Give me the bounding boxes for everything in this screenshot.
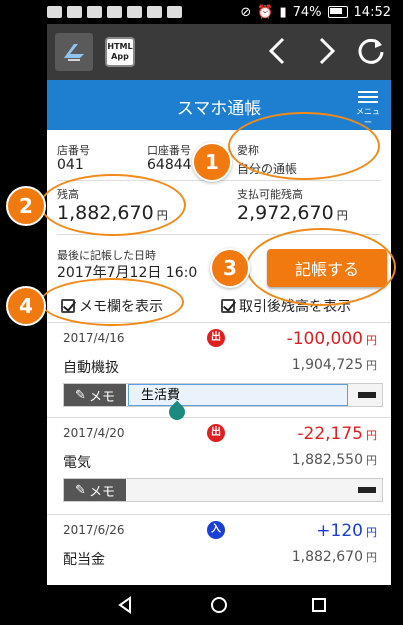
transaction-balance: 1,904,725 円	[291, 357, 377, 373]
memo-input[interactable]	[128, 479, 348, 501]
keyboard-toggle-icon[interactable]	[358, 392, 376, 398]
back-icon[interactable]	[259, 33, 295, 69]
callout-ring	[40, 278, 184, 326]
available-balance-value: 2,972,670 円	[237, 202, 348, 224]
notification-icons	[47, 6, 182, 18]
html-app-button[interactable]: HTML App	[105, 37, 135, 67]
app-icon	[127, 6, 142, 18]
available-balance-label: 支払可能残高	[237, 188, 303, 201]
phone-frame: ⊘ ⏰ ▮ 74% 14:52 HTML App スマホ通帳 メニュー 店番号 …	[0, 0, 403, 625]
line-icon	[87, 6, 102, 18]
status-bar: ⊘ ⏰ ▮ 74% 14:52	[47, 0, 391, 24]
withdrawal-badge: 出	[207, 329, 225, 347]
back-triangle-icon[interactable]	[115, 595, 135, 615]
callout-number: 3	[210, 248, 250, 288]
withdrawal-badge: 出	[207, 424, 225, 442]
clock: 14:52	[353, 4, 391, 20]
callout-number: 1	[192, 142, 232, 182]
callout-ring	[40, 174, 186, 236]
bank-logo-icon[interactable]	[55, 33, 93, 71]
deposit-badge: 入	[207, 521, 225, 539]
battery-percent: 74%	[292, 4, 322, 20]
transaction-date: 2017/4/16	[63, 331, 125, 345]
transaction-row[interactable]: 2017/6/26 入 +120 円 配当金 1,882,670 円	[47, 514, 391, 585]
transaction-amount: +120 円	[316, 521, 377, 541]
alarm-icon: ⏰	[257, 4, 274, 20]
home-circle-icon[interactable]	[209, 595, 229, 615]
transaction-description: 自動機扱	[63, 360, 119, 376]
branch-value: 041	[57, 157, 84, 173]
transaction-row[interactable]: 2017/4/16 出 -100,000 円 自動機扱 1,904,725 円 ✎ メ…	[47, 322, 391, 417]
transaction-balance: 1,882,670 円	[291, 549, 377, 565]
transaction-amount: -100,000 円	[286, 329, 377, 349]
pencil-icon: ✎	[75, 482, 86, 498]
battery-icon	[327, 6, 348, 18]
transaction-amount: -22,175 円	[297, 424, 377, 444]
recents-square-icon[interactable]	[309, 595, 329, 615]
app-icon	[167, 6, 182, 18]
transaction-date: 2017/4/20	[63, 426, 125, 440]
callout-ring	[228, 112, 380, 180]
hamburger-icon	[353, 91, 383, 103]
call-icon	[67, 6, 82, 18]
callout-number: 4	[6, 286, 46, 326]
transaction-balance: 1,882,550 円	[291, 452, 377, 468]
memo-tag: ✎ メモ	[64, 384, 126, 406]
keyboard-toggle-icon[interactable]	[358, 487, 376, 493]
transaction-description: 電気	[63, 455, 91, 471]
browser-toolbar: HTML App	[47, 24, 391, 80]
callout-ring	[246, 228, 396, 306]
memo-field: ✎ メモ	[63, 478, 383, 502]
message-icon	[47, 6, 62, 18]
status-right: ⊘ ⏰ ▮ 74% 14:52	[240, 5, 391, 20]
menu-button[interactable]: メニュー	[353, 88, 383, 127]
last-entry-label: 最後に記帳した日時	[57, 249, 156, 262]
branch-label: 店番号	[57, 144, 90, 157]
android-nav-bar	[47, 585, 391, 625]
image-icon	[147, 6, 162, 18]
transaction-row[interactable]: 2017/4/20 出 -22,175 円 電気 1,882,550 円 ✎ メモ	[47, 417, 391, 514]
account-number-label: 口座番号	[147, 144, 191, 157]
memo-tag: ✎ メモ	[64, 479, 126, 501]
nfc-icon: ⊘	[240, 4, 252, 20]
forward-icon[interactable]	[309, 33, 345, 69]
account-number-value: 64844	[147, 157, 192, 173]
signal-icon: ▮	[279, 4, 287, 20]
checkbox-checked-icon	[221, 299, 235, 313]
chat-icon	[107, 6, 122, 18]
transaction-description: 配当金	[63, 552, 105, 568]
transaction-date: 2017/6/26	[63, 523, 125, 537]
callout-number: 2	[6, 186, 46, 226]
pencil-icon: ✎	[75, 387, 86, 403]
memo-field: ✎ メモ 生活費	[63, 383, 383, 407]
reload-icon[interactable]	[353, 33, 389, 69]
memo-input[interactable]: 生活費	[128, 384, 348, 406]
